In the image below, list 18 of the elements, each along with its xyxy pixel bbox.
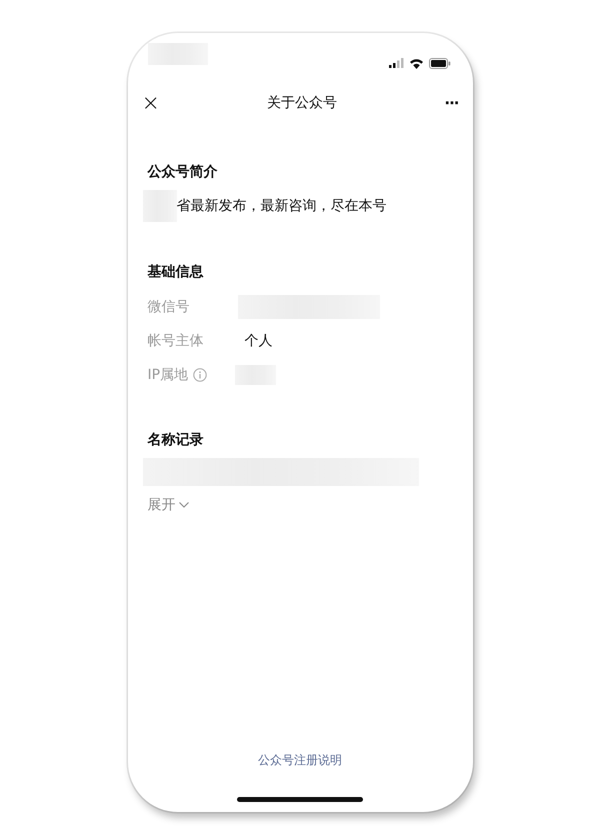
registration-link[interactable]: 公众号注册说明: [258, 750, 342, 770]
section-heading: 公众号简介: [148, 163, 218, 182]
wifi-icon: [408, 58, 424, 68]
chevron-down-icon: [178, 502, 188, 508]
redacted-block: [148, 43, 208, 65]
expand-link[interactable]: 展开: [148, 495, 188, 515]
intro-text: 省最新发布，最新咨询，尽在本号: [176, 197, 386, 215]
close-button[interactable]: ×: [138, 90, 164, 116]
section-heading: 基础信息: [148, 263, 204, 282]
field-label: IP属地: [148, 366, 188, 384]
more-button[interactable]: ···: [440, 94, 462, 112]
signal-icon: [388, 58, 404, 68]
field-label: 帐号主体: [148, 332, 204, 350]
field-label: 微信号: [148, 298, 190, 316]
section-heading: 名称记录: [148, 431, 204, 450]
field-value: 个人: [244, 332, 272, 350]
page-title: 关于公众号: [267, 94, 338, 112]
battery-icon: [428, 58, 450, 68]
